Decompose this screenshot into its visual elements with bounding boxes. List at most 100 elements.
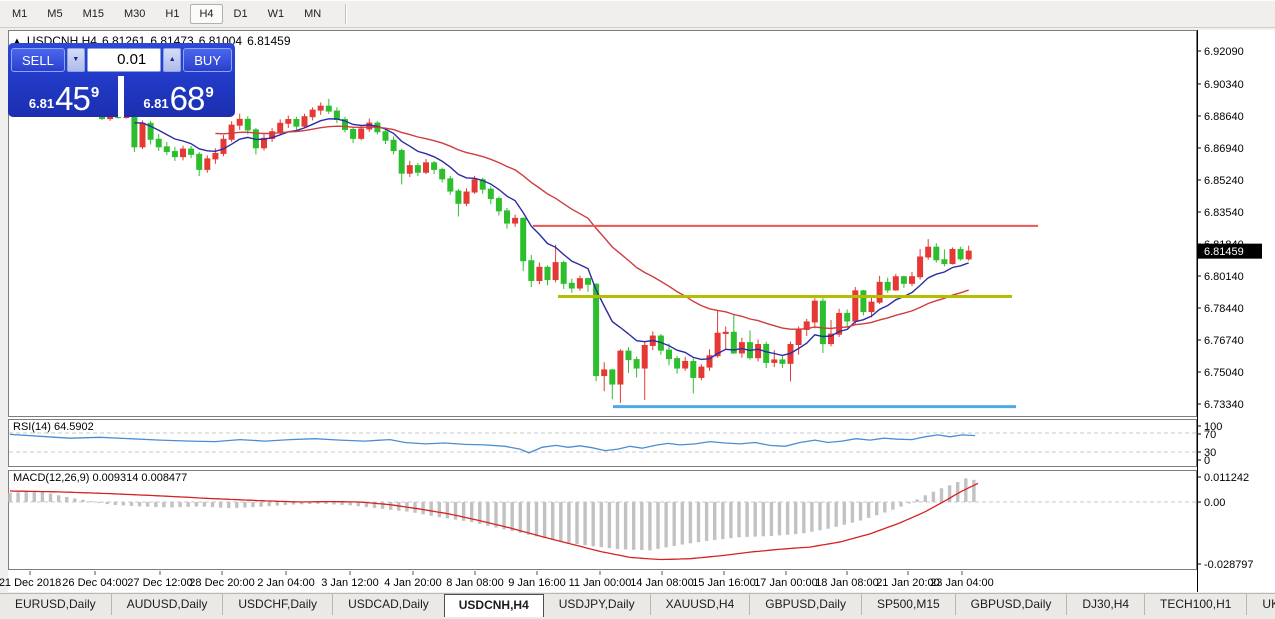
chart-tab-gbpusd-daily[interactable]: GBPUSD,Daily bbox=[955, 594, 1067, 615]
macd-histogram-bar bbox=[826, 502, 829, 529]
candle bbox=[764, 345, 769, 363]
macd-histogram-bar bbox=[916, 499, 919, 502]
chart-tab-dj30-h4[interactable]: DJ30,H4 bbox=[1066, 594, 1144, 615]
timeframe-button-mn[interactable]: MN bbox=[295, 4, 330, 24]
time-axis-label: 9 Jan 16:00 bbox=[508, 577, 566, 589]
chart-tab-usdchf-daily[interactable]: USDCHF,Daily bbox=[222, 594, 332, 615]
timeframe-button-d1[interactable]: D1 bbox=[225, 4, 257, 24]
candle bbox=[278, 123, 283, 131]
candle bbox=[310, 110, 315, 117]
volume-increase-button[interactable]: ▲ bbox=[163, 48, 181, 72]
candle bbox=[286, 120, 291, 124]
timeframe-button-m5[interactable]: M5 bbox=[38, 4, 71, 24]
candle bbox=[618, 351, 623, 384]
candle bbox=[667, 350, 672, 358]
macd-histogram-bar bbox=[227, 502, 230, 508]
price-axis-label: 6.85240 bbox=[1204, 175, 1244, 187]
chart-tab-usdcad-daily[interactable]: USDCAD,Daily bbox=[332, 594, 444, 615]
candle bbox=[861, 291, 866, 312]
candle bbox=[877, 282, 882, 302]
timeframe-button-h1[interactable]: H1 bbox=[156, 4, 188, 24]
candle bbox=[197, 154, 202, 169]
candle bbox=[845, 313, 850, 321]
candle bbox=[675, 359, 680, 368]
price-axis-label: 6.75040 bbox=[1204, 367, 1244, 379]
buy-price-display[interactable]: 6.81 68 9 bbox=[124, 76, 233, 115]
macd-histogram-bar bbox=[721, 502, 724, 539]
macd-histogram-bar bbox=[81, 500, 84, 502]
candle bbox=[926, 247, 931, 257]
candle bbox=[739, 343, 744, 353]
price-axis-label: 6.78440 bbox=[1204, 303, 1244, 315]
time-axis-label: 21 Dec 2018 bbox=[0, 577, 61, 589]
macd-histogram-bar bbox=[705, 502, 708, 541]
candle bbox=[181, 149, 186, 157]
macd-histogram-bar bbox=[940, 488, 943, 502]
volume-input[interactable]: 0.01 bbox=[87, 48, 161, 72]
arrow-down-icon: ▼ bbox=[72, 56, 79, 63]
candle bbox=[602, 370, 607, 376]
chart-tab-usdjpy-daily[interactable]: USDJPY,Daily bbox=[544, 594, 650, 615]
macd-histogram-bar bbox=[899, 502, 902, 507]
timeframe-button-m1[interactable]: M1 bbox=[3, 4, 36, 24]
macd-histogram-bar bbox=[211, 502, 214, 507]
candle bbox=[610, 370, 615, 384]
macd-histogram-bar bbox=[818, 502, 821, 530]
time-axis-label: 4 Jan 20:00 bbox=[384, 577, 442, 589]
candle bbox=[772, 360, 777, 362]
macd-histogram-bar bbox=[154, 502, 157, 507]
candle bbox=[399, 151, 404, 174]
timeframe-button-w1[interactable]: W1 bbox=[259, 4, 294, 24]
macd-histogram-bar bbox=[389, 502, 392, 510]
chart-tab-usdcnh-h4[interactable]: USDCNH,H4 bbox=[444, 594, 544, 617]
volume-decrease-button[interactable]: ▼ bbox=[67, 48, 85, 72]
macd-histogram-bar bbox=[243, 502, 246, 507]
candle bbox=[172, 152, 177, 157]
chart-tab-eurusd-daily[interactable]: EURUSD,Daily bbox=[0, 594, 111, 615]
macd-histogram-bar bbox=[745, 502, 748, 537]
candle bbox=[796, 329, 801, 344]
chart-tab-tech100-h1[interactable]: TECH100,H1 bbox=[1144, 594, 1246, 615]
chart-tab-sp500-m15[interactable]: SP500,M15 bbox=[861, 594, 955, 615]
timeframe-button-h4[interactable]: H4 bbox=[190, 4, 222, 24]
buy-button[interactable]: BUY bbox=[183, 48, 232, 72]
candle bbox=[351, 130, 356, 139]
chart-tab-gbpusd-daily[interactable]: GBPUSD,Daily bbox=[749, 594, 861, 615]
macd-histogram-bar bbox=[502, 502, 505, 529]
candle bbox=[958, 249, 963, 258]
ohlc-close: 6.81459 bbox=[247, 34, 290, 48]
macd-histogram-bar bbox=[592, 502, 595, 546]
macd-histogram-bar bbox=[454, 502, 457, 520]
macd-histogram-bar bbox=[219, 502, 222, 508]
timeframe-button-m15[interactable]: M15 bbox=[74, 4, 113, 24]
sell-button[interactable]: SELL bbox=[11, 48, 65, 72]
macd-axis-label: 0.00 bbox=[1204, 497, 1225, 509]
candle bbox=[140, 123, 145, 147]
time-axis-label: 2 Jan 04:00 bbox=[257, 577, 315, 589]
macd-histogram-bar bbox=[802, 502, 805, 533]
macd-histogram-bar bbox=[25, 492, 28, 502]
macd-histogram-bar bbox=[41, 492, 44, 502]
macd-histogram-bar bbox=[681, 502, 684, 545]
macd-histogram-bar bbox=[851, 502, 854, 523]
time-axis-label: 11 Jan 00:00 bbox=[569, 577, 632, 589]
chart-tab-ukoil-h1[interactable]: UKOil,H1 bbox=[1246, 594, 1275, 615]
candle bbox=[642, 345, 647, 368]
timeframe-button-m30[interactable]: M30 bbox=[115, 4, 154, 24]
candle bbox=[569, 283, 574, 288]
macd-histogram-bar bbox=[673, 502, 676, 546]
sell-price-pip: 9 bbox=[91, 84, 99, 101]
candle bbox=[213, 153, 218, 158]
price-axis-label: 6.88640 bbox=[1204, 111, 1244, 123]
chart-tab-audusd-daily[interactable]: AUDUSD,Daily bbox=[111, 594, 223, 615]
candle bbox=[626, 351, 631, 359]
buy-price-main: 68 bbox=[170, 82, 205, 115]
macd-histogram-bar bbox=[146, 502, 149, 507]
candle bbox=[367, 123, 372, 129]
sell-price-display[interactable]: 6.81 45 9 bbox=[10, 76, 118, 115]
candle bbox=[812, 301, 817, 322]
candle bbox=[942, 260, 947, 264]
chart-tab-xauusd-h4[interactable]: XAUUSD,H4 bbox=[650, 594, 750, 615]
macd-histogram-bar bbox=[106, 502, 109, 504]
macd-axis-label: -0.028797 bbox=[1204, 559, 1254, 571]
